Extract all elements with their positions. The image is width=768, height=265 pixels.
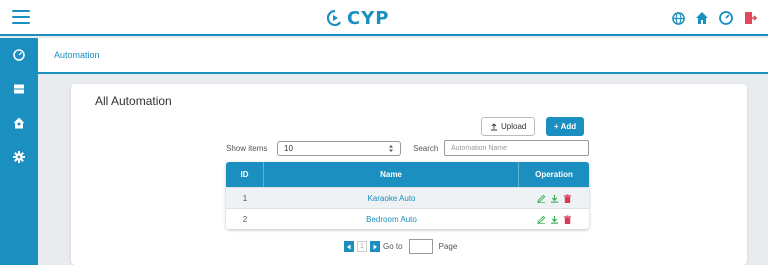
table-row: 1 Karaoke Auto — [226, 187, 589, 208]
current-page-number[interactable]: 1 — [357, 241, 367, 252]
select-arrows-icon — [389, 145, 393, 152]
table-row: 2 Bedroom Auto — [226, 208, 589, 229]
server-icon — [14, 84, 24, 94]
dashboard-icon — [13, 49, 25, 61]
show-items-value: 10 — [284, 144, 293, 153]
column-header-operation: Operation — [535, 170, 573, 179]
logo-mark-icon — [327, 10, 341, 26]
add-button-label: + Add — [554, 122, 577, 131]
column-header-name: Name — [264, 162, 519, 187]
add-button[interactable]: + Add — [546, 117, 585, 136]
sidebar-item-home[interactable] — [0, 106, 38, 140]
cyp-logo: CYP — [327, 6, 389, 30]
download-icon[interactable] — [550, 215, 559, 224]
upload-icon — [491, 122, 497, 130]
goto-page-input[interactable] — [408, 239, 433, 254]
gear-icon — [13, 151, 25, 163]
globe-icon[interactable] — [670, 10, 686, 26]
page-label: Page — [438, 242, 458, 251]
edit-icon[interactable] — [536, 215, 546, 224]
logo-text: CYP — [347, 7, 390, 29]
chevron-right-icon — [373, 244, 377, 249]
delete-icon[interactable] — [563, 193, 572, 203]
pagination: 1 Go to Page — [344, 239, 457, 254]
automation-table: ID Name Operation 1 Karaoke Auto 2 Bedro… — [226, 162, 589, 229]
sidebar — [0, 38, 38, 265]
row-id: 1 — [242, 193, 248, 203]
upload-button[interactable]: Upload — [481, 117, 536, 136]
breadcrumb-current[interactable]: Automation — [54, 50, 100, 60]
table-header: ID Name Operation — [226, 162, 589, 187]
breadcrumb: Automation — [38, 38, 768, 74]
delete-icon[interactable] — [563, 214, 572, 224]
row-operations — [519, 214, 589, 224]
prev-page-button[interactable] — [344, 241, 354, 252]
automation-card: All Automation Upload + Add Show items 1… — [71, 84, 747, 265]
home-user-icon — [13, 117, 25, 129]
home-icon[interactable] — [694, 10, 710, 26]
row-id: 2 — [242, 214, 248, 224]
row-name[interactable]: Bedroom Auto — [264, 215, 519, 224]
row-name[interactable]: Karaoke Auto — [264, 194, 519, 203]
sidebar-item-dashboard[interactable] — [0, 38, 38, 72]
sidebar-item-devices[interactable] — [0, 72, 38, 106]
next-page-button[interactable] — [370, 241, 380, 252]
show-items-select[interactable]: 10 — [277, 141, 401, 156]
edit-icon[interactable] — [536, 194, 546, 203]
sidebar-item-settings[interactable] — [0, 140, 38, 174]
upload-button-label: Upload — [501, 122, 527, 131]
goto-label: Go to — [383, 242, 403, 251]
search-label: Search — [413, 144, 439, 153]
chevron-left-icon — [347, 244, 351, 249]
show-items-label: Show items — [226, 144, 268, 153]
row-operations — [519, 193, 589, 203]
dashboard-icon[interactable] — [718, 10, 734, 26]
hamburger-menu-icon[interactable] — [12, 10, 30, 24]
column-header-id: ID — [226, 162, 264, 187]
download-icon[interactable] — [550, 194, 559, 203]
logout-icon[interactable] — [742, 10, 758, 26]
page-title: All Automation — [95, 94, 172, 108]
search-input[interactable] — [444, 140, 589, 156]
top-bar: CYP — [0, 0, 768, 36]
